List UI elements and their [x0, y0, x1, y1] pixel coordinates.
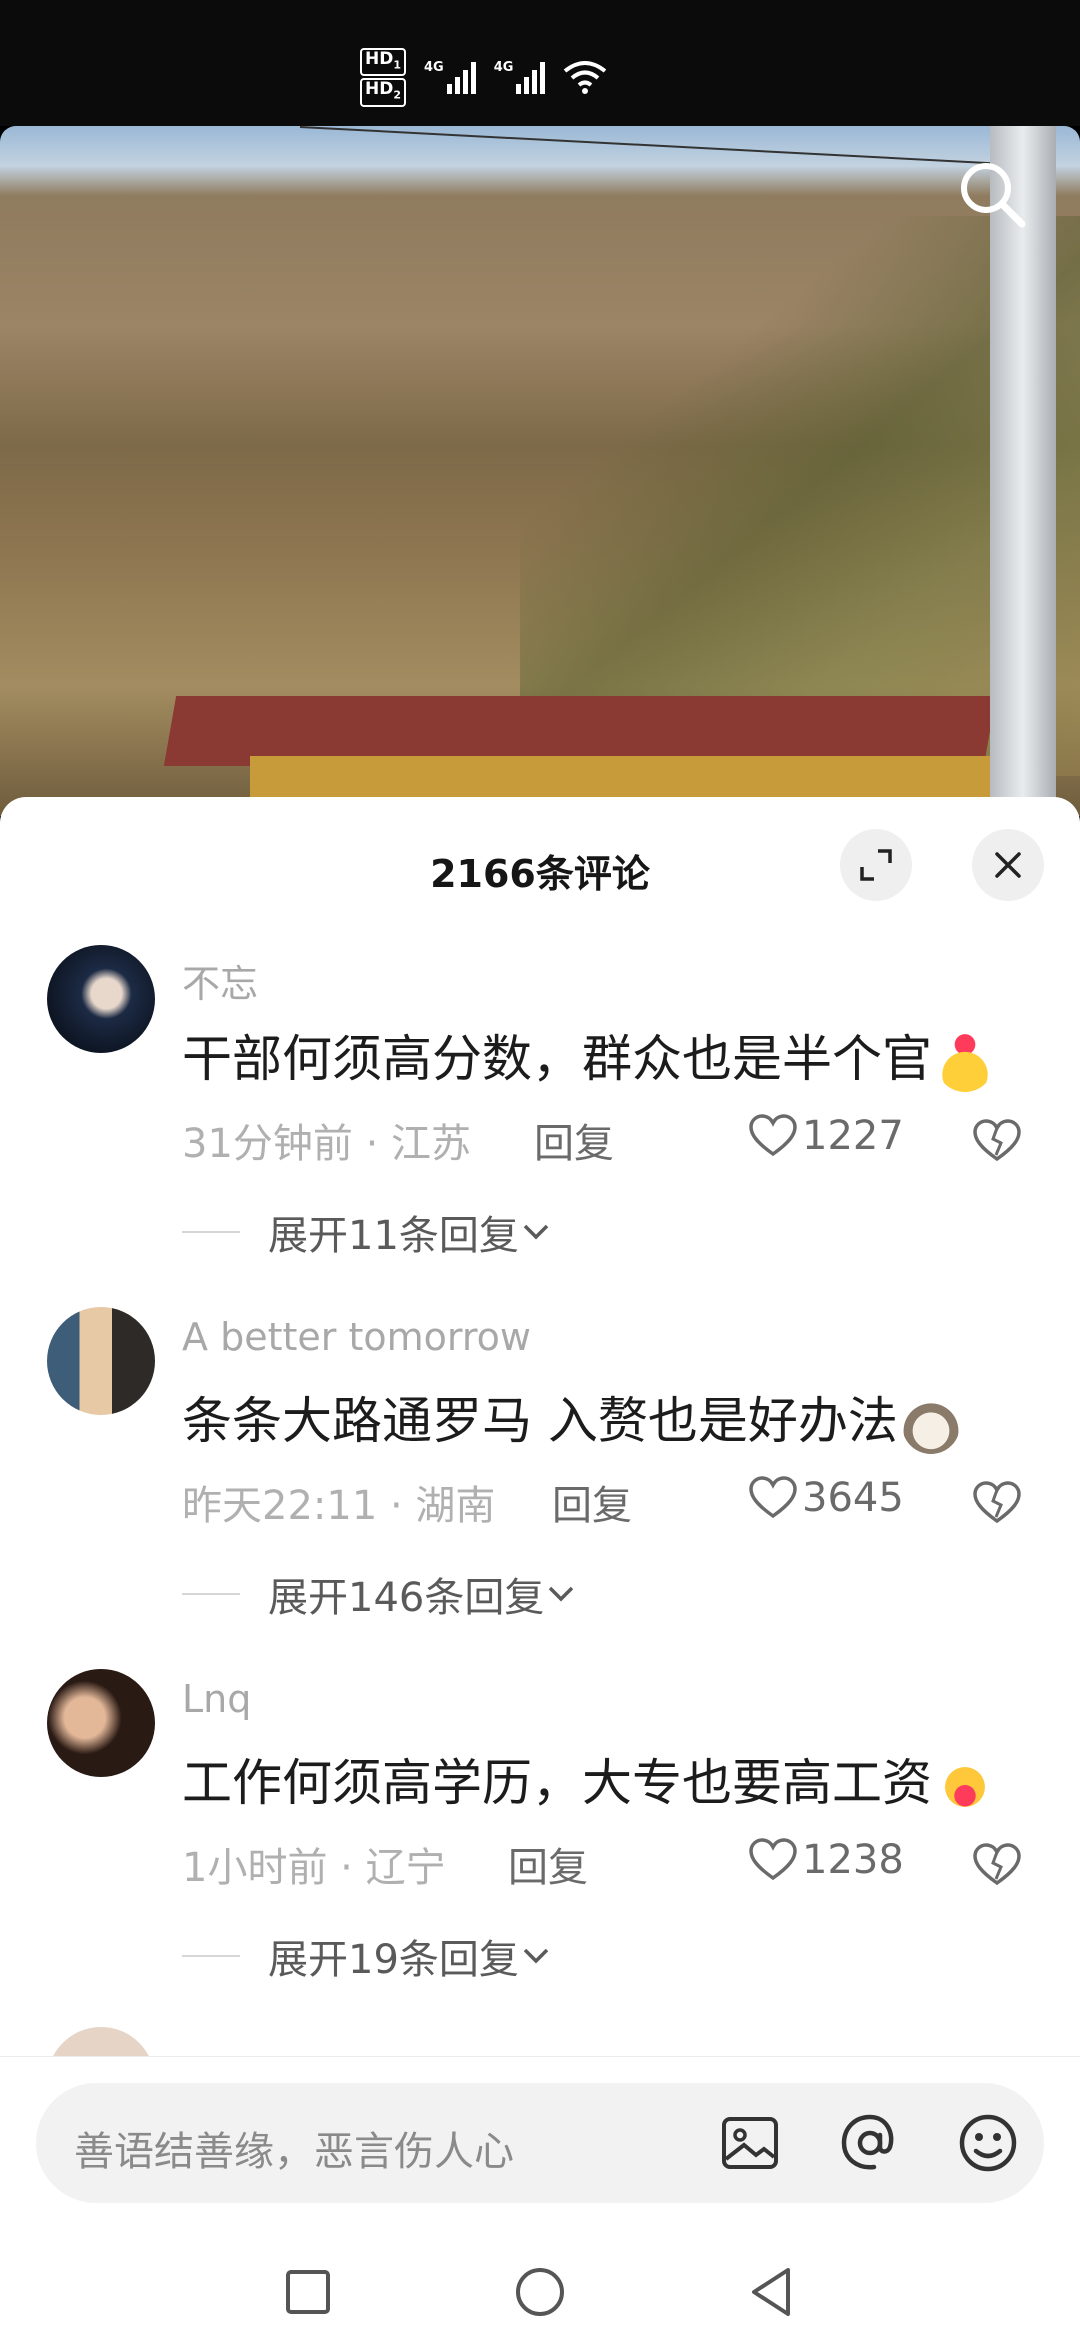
signal-2-icon: 4G — [494, 60, 546, 95]
like-button[interactable]: 1227 — [748, 1113, 904, 1159]
comment-time-location: 1小时前 · 辽宁 — [182, 1845, 446, 1891]
expand-replies[interactable]: 展开11条回复 — [182, 1203, 553, 1261]
close-button[interactable] — [972, 829, 1044, 901]
comment-username[interactable]: 不忘 — [182, 953, 258, 1008]
reply-button[interactable]: 回复 — [534, 1111, 614, 1169]
expand-replies-label: 展开11条回复 — [268, 1213, 519, 1259]
dislike-heart-icon[interactable] — [972, 1119, 1022, 1163]
avatar[interactable] — [47, 1307, 155, 1415]
expand-divider — [182, 1593, 240, 1595]
triangle-back-icon[interactable] — [742, 2262, 802, 2322]
heart-icon — [749, 1838, 797, 1881]
close-icon — [995, 852, 1021, 878]
video-player[interactable] — [0, 126, 1080, 816]
like-count: 3645 — [802, 1475, 904, 1521]
expand-button[interactable] — [840, 829, 912, 901]
comment-item: A better tomorrow 条条大路通罗马 入赘也是好办法 昨天22:1… — [0, 1307, 1080, 1647]
comment-item: 不忘 干部何须高分数，群众也是半个官 31分钟前 · 江苏 回复 1227 展开… — [0, 945, 1080, 1285]
comment-text: 条条大路通罗马 入赘也是好办法 — [182, 1381, 960, 1454]
heart-icon — [749, 1476, 797, 1519]
hd-badge-2: HD2 — [360, 78, 406, 107]
comment-input[interactable]: 善语结善缘，恶言伤人心 — [36, 2083, 1044, 2203]
input-placeholder: 善语结善缘，恶言伤人心 — [74, 2129, 514, 2175]
wifi-icon — [564, 61, 607, 95]
search-icon[interactable] — [954, 156, 1030, 232]
like-count: 1227 — [802, 1113, 904, 1159]
expand-replies[interactable]: 展开19条回复 — [182, 1927, 553, 1985]
circle-home-icon[interactable] — [510, 2262, 570, 2322]
expand-divider — [182, 1955, 240, 1957]
expand-replies-label: 展开19条回复 — [268, 1937, 519, 1983]
expand-replies[interactable]: 展开146条回复 — [182, 1565, 578, 1623]
finger-heart-emoji — [936, 1033, 994, 1092]
chevron-down-icon — [549, 1586, 574, 1602]
comment-username[interactable]: A better tomorrow — [182, 1315, 531, 1359]
reply-button[interactable]: 回复 — [552, 1473, 632, 1531]
chevron-down-icon — [523, 1948, 549, 1964]
square-recent-icon[interactable] — [278, 2262, 338, 2322]
status-icons: HD1 HD2 4G 4G — [360, 48, 607, 107]
like-count: 1238 — [802, 1837, 904, 1883]
signal-1-icon: 4G — [424, 60, 476, 95]
emoji-icon[interactable] — [954, 2109, 1022, 2177]
sim-hd-stack: HD1 HD2 — [360, 48, 406, 107]
comment-time-location: 昨天22:11 · 湖南 — [182, 1483, 496, 1529]
avatar[interactable] — [47, 1669, 155, 1777]
expand-replies-label: 展开146条回复 — [268, 1575, 545, 1621]
comment-text: 干部何须高分数，群众也是半个官 — [182, 1019, 994, 1092]
hd-badge-1: HD1 — [360, 48, 406, 77]
status-bar: HD1 HD2 4G 4G — [0, 0, 1080, 126]
expand-icon — [860, 849, 892, 881]
dog-face-emoji — [901, 1395, 960, 1454]
like-button[interactable]: 3645 — [748, 1475, 904, 1521]
comment-text: 工作何须高学历，大专也要高工资 — [182, 1743, 994, 1816]
dislike-heart-icon[interactable] — [972, 1843, 1022, 1887]
heart-icon — [749, 1114, 797, 1157]
expand-divider — [182, 1231, 240, 1233]
dislike-heart-icon[interactable] — [972, 1481, 1022, 1525]
at-mention-icon[interactable] — [836, 2109, 904, 2177]
comment-username[interactable]: Lnq — [182, 1677, 251, 1721]
reply-button[interactable]: 回复 — [508, 1835, 588, 1893]
like-button[interactable]: 1238 — [748, 1837, 904, 1883]
comment-time-location: 31分钟前 · 江苏 — [182, 1121, 472, 1167]
comment-item: Lnq 工作何须高学历，大专也要高工资 1小时前 · 辽宁 回复 1238 展开… — [0, 1669, 1080, 2009]
comment-input-bar: 善语结善缘，恶言伤人心 — [0, 2056, 1080, 2236]
power-line — [299, 126, 1000, 165]
image-icon[interactable] — [716, 2109, 784, 2177]
system-nav-bar — [0, 2236, 1080, 2340]
comment-count-title: 2166条评论 — [430, 852, 650, 896]
chevron-down-icon — [523, 1224, 549, 1240]
hugging-heart-emoji — [936, 1757, 994, 1816]
avatar[interactable] — [47, 945, 155, 1053]
